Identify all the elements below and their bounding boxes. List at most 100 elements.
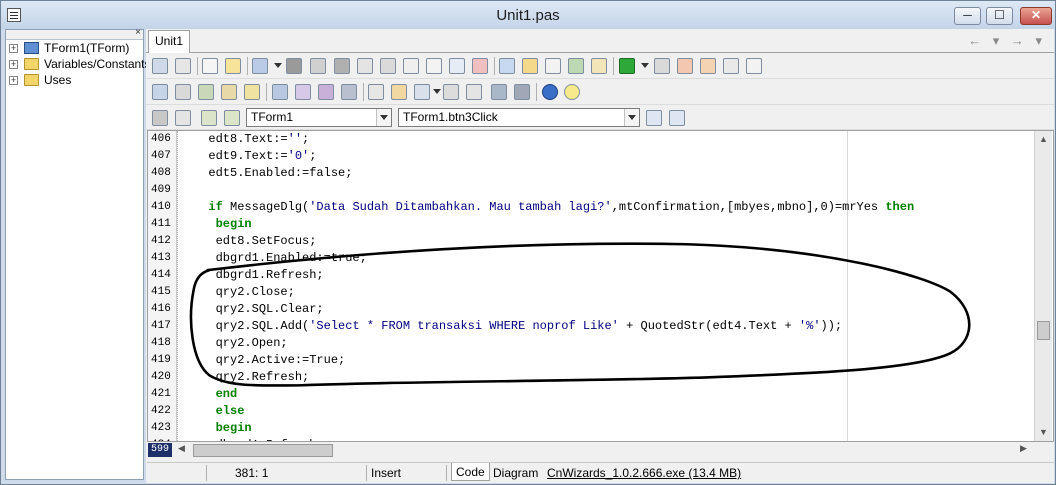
- class-combo-value: TForm1: [251, 110, 293, 124]
- wizard-icon[interactable]: [198, 84, 214, 100]
- vertical-scroll-thumb[interactable]: [1037, 321, 1050, 340]
- tree-item-uses[interactable]: + Uses: [6, 72, 143, 88]
- link-icon[interactable]: [466, 84, 482, 100]
- code-lines[interactable]: edt8.Text:=''; edt9.Text:='0'; edt5.Enab…: [194, 131, 1034, 441]
- code-editor[interactable]: 406 407 408 409 410 411 412 413 414 415 416 417 418 4…: [147, 130, 1054, 442]
- open-icon[interactable]: [252, 58, 268, 74]
- checklist-icon[interactable]: [545, 58, 561, 74]
- code-line[interactable]: dbgrd1.Enabled:=true;: [194, 250, 1034, 267]
- dropdown-arrow-icon[interactable]: [274, 63, 282, 68]
- remove-file-icon[interactable]: [522, 58, 538, 74]
- redo-icon[interactable]: [426, 58, 442, 74]
- code-line[interactable]: qry2.SQL.Clear;: [194, 301, 1034, 318]
- horizontal-scroll-thumb[interactable]: [193, 444, 333, 457]
- project-manager-icon[interactable]: [591, 58, 607, 74]
- code-line[interactable]: edt5.Enabled:=false;: [194, 165, 1034, 182]
- scroll-up-icon[interactable]: ▲: [1035, 131, 1052, 148]
- code-line[interactable]: edt8.Text:='';: [194, 131, 1034, 148]
- document-icon[interactable]: [414, 84, 430, 100]
- trace-into-icon[interactable]: [677, 58, 693, 74]
- folder-open-icon[interactable]: [391, 84, 407, 100]
- tab-diagram[interactable]: Diagram: [490, 465, 541, 481]
- save-all-icon[interactable]: [310, 58, 326, 74]
- panel-close-icon[interactable]: ×: [135, 27, 141, 39]
- maximize-button[interactable]: ☐: [986, 7, 1013, 25]
- dropdown-arrow-icon[interactable]: [641, 63, 649, 68]
- edit-icon[interactable]: [175, 84, 191, 100]
- project-options-icon[interactable]: [568, 58, 584, 74]
- dropdown-arrow-icon[interactable]: [433, 89, 441, 94]
- minimize-button[interactable]: ─: [954, 7, 981, 25]
- repository-icon[interactable]: [491, 84, 507, 100]
- code-line[interactable]: end: [194, 386, 1034, 403]
- method-combo[interactable]: TForm1.btn3Click: [398, 108, 640, 127]
- align-icon[interactable]: [272, 84, 288, 100]
- history-nav-arrows[interactable]: ← ▾ → ▾: [968, 33, 1046, 49]
- toggle-form-icon[interactable]: [152, 58, 168, 74]
- add-file-icon[interactable]: [499, 58, 515, 74]
- find-icon[interactable]: [472, 58, 488, 74]
- code-text: + QuotedStr(edt4.Text +: [618, 319, 799, 333]
- tab-code[interactable]: Code: [451, 463, 490, 481]
- search-icon[interactable]: [244, 84, 260, 100]
- run-to-cursor-icon[interactable]: [723, 58, 739, 74]
- new-item-icon[interactable]: [225, 58, 241, 74]
- expand-icon[interactable]: +: [9, 44, 18, 53]
- cut-icon[interactable]: [357, 58, 373, 74]
- code-line[interactable]: else: [194, 403, 1034, 420]
- view-unit-icon[interactable]: [175, 58, 191, 74]
- title-bar[interactable]: Unit1.pas ─ ☐ ✕: [1, 1, 1055, 29]
- windows-icon[interactable]: [175, 110, 191, 126]
- component-icon[interactable]: [152, 84, 168, 100]
- chevron-down-icon[interactable]: [376, 109, 391, 126]
- chevron-down-icon[interactable]: [624, 109, 639, 126]
- step-over-icon[interactable]: [700, 58, 716, 74]
- vertical-scrollbar[interactable]: ▲ ▼: [1034, 131, 1052, 441]
- scroll-down-icon[interactable]: ▼: [1035, 424, 1052, 441]
- lock-icon[interactable]: [152, 110, 168, 126]
- code-line[interactable]: qry2.Open;: [194, 335, 1034, 352]
- snippet-icon[interactable]: [443, 84, 459, 100]
- pause-icon[interactable]: [654, 58, 670, 74]
- code-line[interactable]: dbgrd1.Refresh;: [194, 267, 1034, 284]
- tree-item-tform1[interactable]: + TForm1(TForm): [6, 40, 143, 56]
- expand-icon[interactable]: +: [9, 60, 18, 69]
- browser-icon[interactable]: [368, 84, 384, 100]
- code-line[interactable]: qry2.Refresh;: [194, 369, 1034, 386]
- class-combo[interactable]: TForm1: [246, 108, 392, 127]
- code-line[interactable]: if MessageDlg('Data Sudah Ditambahkan. M…: [194, 199, 1034, 216]
- code-line[interactable]: edt9.Text:='0';: [194, 148, 1034, 165]
- copy-icon[interactable]: [334, 58, 350, 74]
- code-line[interactable]: edt8.SetFocus;: [194, 233, 1034, 250]
- expand-all-icon[interactable]: [669, 110, 685, 126]
- palette-icon[interactable]: [318, 84, 334, 100]
- gear-icon[interactable]: [341, 84, 357, 100]
- scroll-left-icon[interactable]: ◀: [178, 443, 185, 454]
- delete-icon[interactable]: [403, 58, 419, 74]
- tools-icon[interactable]: [221, 84, 237, 100]
- program-reset-icon[interactable]: [746, 58, 762, 74]
- implementation-icon[interactable]: [224, 110, 240, 126]
- code-line[interactable]: qry2.Close;: [194, 284, 1034, 301]
- collapse-icon[interactable]: [646, 110, 662, 126]
- lightbulb-icon[interactable]: [564, 84, 580, 100]
- close-button[interactable]: ✕: [1020, 7, 1052, 25]
- code-line[interactable]: begin: [194, 216, 1034, 233]
- expand-icon[interactable]: +: [9, 76, 18, 85]
- code-line[interactable]: qry2.SQL.Add('Select * FROM transaksi WH…: [194, 318, 1034, 335]
- interface-icon[interactable]: [201, 110, 217, 126]
- paste-icon[interactable]: [380, 58, 396, 74]
- run-icon[interactable]: [619, 58, 635, 74]
- code-line[interactable]: qry2.Active:=True;: [194, 352, 1034, 369]
- scroll-right-icon[interactable]: ▶: [1020, 443, 1027, 454]
- tree-item-variables[interactable]: + Variables/Constants: [6, 56, 151, 72]
- code-line[interactable]: [194, 182, 1034, 199]
- new-file-icon[interactable]: [202, 58, 218, 74]
- undo-icon[interactable]: [449, 58, 465, 74]
- help-icon[interactable]: [542, 84, 558, 100]
- tab-unit1[interactable]: Unit1: [148, 30, 191, 53]
- format-icon[interactable]: [295, 84, 311, 100]
- code-line[interactable]: begin: [194, 420, 1034, 437]
- debug-icon[interactable]: [514, 84, 530, 100]
- save-icon[interactable]: [286, 58, 302, 74]
